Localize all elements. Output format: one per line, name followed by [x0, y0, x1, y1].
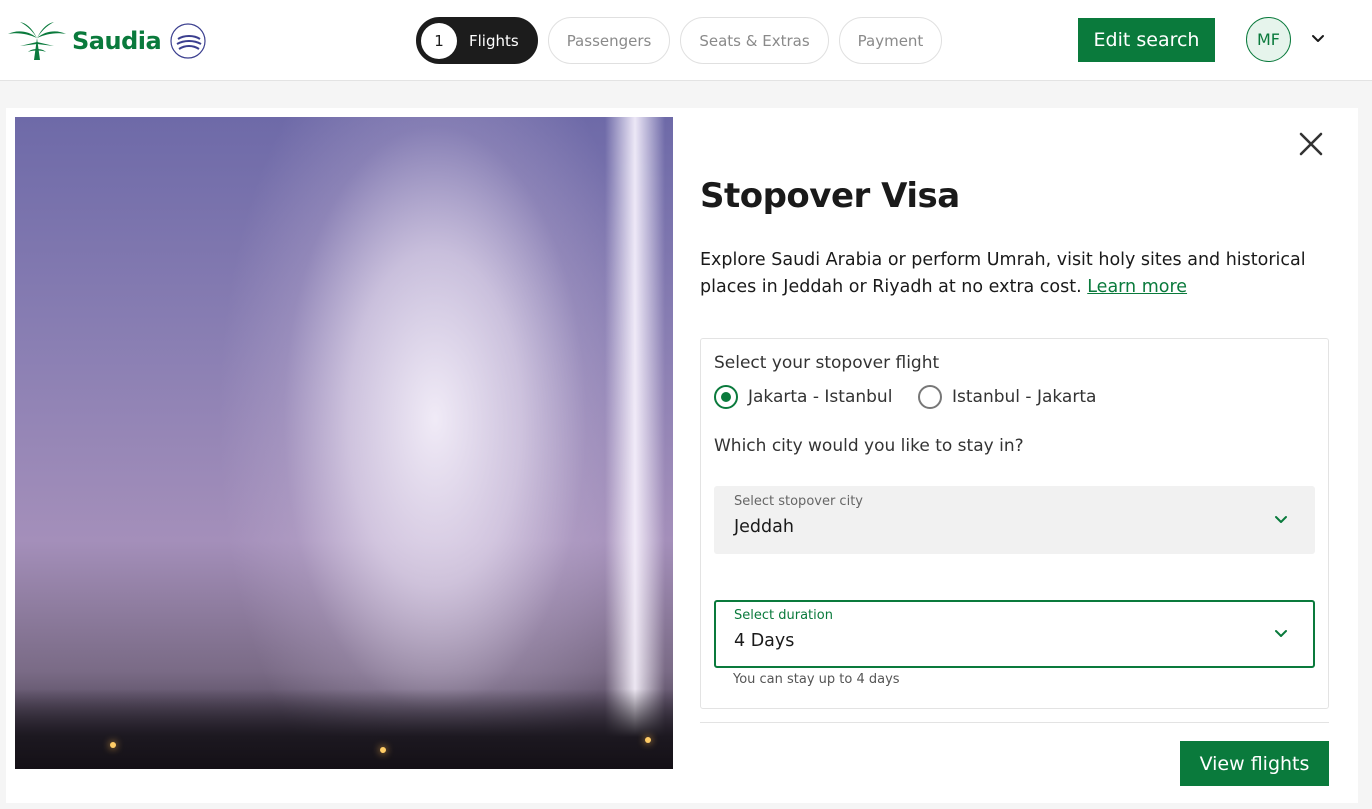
chevron-down-icon[interactable] — [1273, 626, 1289, 642]
stopover-city-select[interactable]: Select stopover city Jeddah — [714, 486, 1315, 554]
learn-more-link[interactable]: Learn more — [1087, 277, 1187, 297]
jeddah-fountain-image — [15, 117, 673, 769]
step-payment[interactable]: Payment — [838, 17, 943, 64]
saudia-wordmark: Saudia — [72, 27, 162, 55]
radio-selected-icon[interactable] — [714, 385, 738, 409]
view-flights-button[interactable]: View flights — [1180, 741, 1329, 786]
select-value: Jeddah — [734, 517, 794, 537]
top-header: Saudia 1 Flights Passengers Seats & Extr… — [0, 0, 1372, 81]
duration-hint: You can stay up to 4 days — [733, 672, 900, 687]
saudia-palm-icon — [8, 22, 66, 60]
step-flights[interactable]: 1 Flights — [416, 17, 538, 64]
flight-option-jakarta-istanbul[interactable]: Jakarta - Istanbul — [714, 385, 892, 409]
description-text: Explore Saudi Arabia or perform Umrah, v… — [700, 250, 1306, 297]
modal-description: Explore Saudi Arabia or perform Umrah, v… — [700, 247, 1320, 301]
select-label: Select duration — [734, 608, 833, 623]
select-value: 4 Days — [734, 631, 795, 651]
select-label: Select stopover city — [734, 494, 863, 509]
chevron-down-icon[interactable] — [1273, 512, 1289, 528]
city-light — [110, 742, 116, 748]
city-question: Which city would you like to stay in? — [714, 436, 1024, 456]
step-label: Seats & Extras — [699, 31, 810, 50]
divider — [700, 722, 1329, 723]
fountain-spray — [195, 117, 673, 769]
radio-unselected-icon[interactable] — [918, 385, 942, 409]
step-label: Flights — [469, 31, 519, 50]
fountain-jet — [605, 117, 665, 769]
user-avatar[interactable]: MF — [1246, 17, 1291, 62]
step-label: Payment — [857, 31, 924, 50]
duration-select[interactable]: Select duration 4 Days — [714, 600, 1315, 668]
skyteam-logo-icon — [170, 23, 206, 59]
step-seats-extras[interactable]: Seats & Extras — [680, 17, 829, 64]
booking-steps: 1 Flights Passengers Seats & Extras Paym… — [416, 17, 943, 64]
skyline-ground — [15, 689, 673, 769]
city-light — [380, 747, 386, 753]
chevron-down-icon[interactable] — [1309, 30, 1327, 48]
flight-option-label: Jakarta - Istanbul — [748, 387, 893, 407]
close-icon[interactable] — [1298, 131, 1324, 157]
stopover-flight-label: Select your stopover flight — [714, 353, 940, 373]
edit-search-button[interactable]: Edit search — [1078, 18, 1215, 62]
modal-title: Stopover Visa — [700, 176, 960, 216]
city-light — [645, 737, 651, 743]
step-label: Passengers — [566, 31, 652, 50]
flight-option-istanbul-jakarta[interactable]: Istanbul - Jakarta — [918, 385, 1096, 409]
flight-option-label: Istanbul - Jakarta — [952, 387, 1097, 407]
saudia-logo[interactable]: Saudia — [8, 20, 162, 62]
step-passengers[interactable]: Passengers — [547, 17, 671, 64]
step-number: 1 — [421, 22, 457, 59]
